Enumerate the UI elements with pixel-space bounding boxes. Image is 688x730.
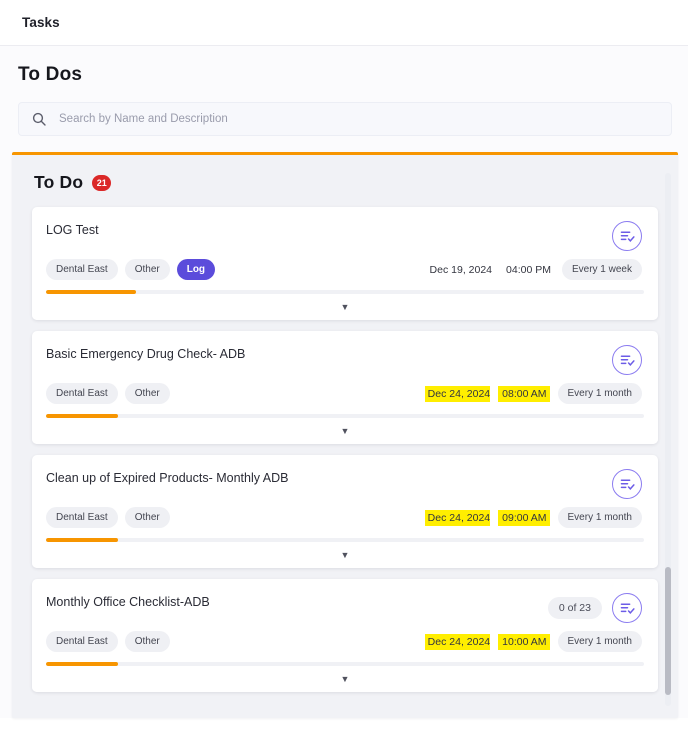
list-check-icon-button[interactable] (612, 221, 642, 251)
task-expand-row[interactable]: ▼ (32, 542, 658, 568)
search-input[interactable] (59, 113, 659, 125)
task-tag-group: Dental East Other (46, 507, 170, 528)
todos-section: To Dos To Do 21 LOG Test Dental East Other… (0, 46, 688, 718)
page-title: Tasks (22, 15, 60, 30)
todo-panel: To Do 21 LOG Test Dental East Other Log Dec … (12, 152, 678, 718)
task-progress-counter: 0 of 23 (547, 597, 602, 619)
list-check-icon (619, 228, 636, 245)
task-card-header: Basic Emergency Drug Check- ADB (32, 331, 658, 375)
task-card[interactable]: Clean up of Expired Products- Monthly AD… (32, 455, 658, 568)
task-tag-group: Dental East Other (46, 383, 170, 404)
chevron-down-icon[interactable]: ▼ (341, 426, 350, 436)
task-title: LOG Test (46, 223, 99, 237)
task-due-date: Dec 19, 2024 (429, 263, 493, 276)
task-due-date: Dec 24, 2024 (424, 509, 491, 526)
task-due-time: 04:00 PM (506, 263, 551, 276)
list-check-icon (619, 600, 636, 617)
task-tag: Dental East (46, 383, 118, 404)
task-due-group: Dec 24, 2024 09:00 AM Every 1 month (424, 507, 642, 528)
list-scrollbar-thumb[interactable] (665, 567, 671, 696)
task-card-actions (612, 345, 642, 375)
task-card-actions: 0 of 23 (547, 593, 642, 623)
task-tag: Dental East (46, 507, 118, 528)
task-expand-row[interactable]: ▼ (32, 418, 658, 444)
task-card-header: LOG Test (32, 207, 658, 251)
task-card[interactable]: LOG Test Dental East Other Log Dec 19, 2024 0… (32, 207, 658, 320)
task-due-group: Dec 24, 2024 10:00 AM Every 1 month (424, 631, 642, 652)
task-card-actions (612, 469, 642, 499)
section-title: To Dos (18, 64, 83, 85)
list-scrollbar[interactable] (665, 173, 671, 706)
task-card-meta: Dental East Other Log Dec 19, 2024 04:00 PM E… (32, 251, 658, 290)
task-tag: Dental East (46, 631, 118, 652)
task-recurrence: Every 1 month (557, 631, 642, 652)
task-card-header: Clean up of Expired Products- Monthly AD… (32, 455, 658, 499)
task-card-actions (612, 221, 642, 251)
todo-panel-header: To Do 21 (12, 155, 678, 193)
task-tag: Dental East (46, 259, 118, 280)
page-header: Tasks (0, 0, 688, 45)
task-recurrence: Every 1 month (557, 507, 642, 528)
chevron-down-icon[interactable]: ▼ (341, 550, 350, 560)
task-tag: Other (124, 507, 170, 528)
search-row (0, 86, 688, 136)
search-icon (31, 111, 47, 127)
task-title: Clean up of Expired Products- Monthly AD… (46, 471, 289, 485)
task-card-meta: Dental East Other Dec 24, 2024 10:00 AM Ever… (32, 623, 658, 662)
list-check-icon-button[interactable] (612, 469, 642, 499)
list-check-icon-button[interactable] (612, 593, 642, 623)
list-check-icon (619, 352, 636, 369)
task-expand-row[interactable]: ▼ (32, 294, 658, 320)
task-due-date: Dec 24, 2024 (424, 385, 491, 402)
task-tag: Other (124, 383, 170, 404)
task-title: Basic Emergency Drug Check- ADB (46, 347, 246, 361)
task-tag-group: Dental East Other Log (46, 259, 216, 280)
chevron-down-icon[interactable]: ▼ (341, 302, 350, 312)
task-card[interactable]: Basic Emergency Drug Check- ADB Dental Ea… (32, 331, 658, 444)
task-due-group: Dec 19, 2024 04:00 PM Every 1 week (427, 259, 642, 280)
task-tag: Other (124, 259, 170, 280)
task-card-list: LOG Test Dental East Other Log Dec 19, 2024 0… (12, 193, 678, 692)
list-check-icon-button[interactable] (612, 345, 642, 375)
task-tag-group: Dental East Other (46, 631, 170, 652)
task-card-meta: Dental East Other Dec 24, 2024 08:00 AM Ever… (32, 375, 658, 414)
task-card[interactable]: Monthly Office Checklist-ADB 0 of 23 Denta… (32, 579, 658, 692)
task-card-header: Monthly Office Checklist-ADB 0 of 23 (32, 579, 658, 623)
task-card-meta: Dental East Other Dec 24, 2024 09:00 AM Ever… (32, 499, 658, 538)
task-tag: Log (176, 259, 216, 280)
task-due-time: 08:00 AM (498, 385, 550, 402)
task-due-time: 10:00 AM (498, 633, 550, 650)
chevron-down-icon[interactable]: ▼ (341, 674, 350, 684)
task-due-time: 09:00 AM (498, 509, 550, 526)
task-tag: Other (124, 631, 170, 652)
search-box[interactable] (18, 102, 672, 136)
status-badge: 21 (92, 174, 112, 191)
task-due-group: Dec 24, 2024 08:00 AM Every 1 month (424, 383, 642, 404)
list-check-icon (619, 476, 636, 493)
task-title: Monthly Office Checklist-ADB (46, 595, 210, 609)
task-recurrence: Every 1 month (557, 383, 642, 404)
todo-panel-title: To Do (34, 172, 84, 192)
task-due-date: Dec 24, 2024 (424, 633, 491, 650)
task-expand-row[interactable]: ▼ (32, 666, 658, 692)
task-recurrence: Every 1 week (561, 259, 642, 280)
